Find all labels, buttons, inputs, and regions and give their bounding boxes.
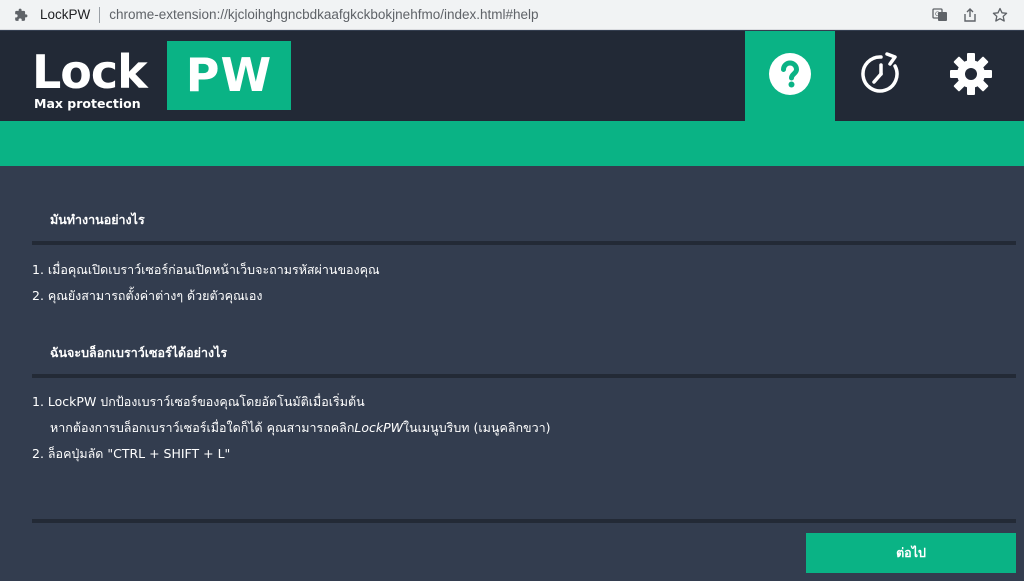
nav-history-button[interactable] bbox=[836, 31, 926, 121]
text-segment: หากต้องการบล็อกเบราว์เซอร์เมื่อใดก็ได้ ค… bbox=[50, 420, 355, 435]
section-title-how-to-block: ฉันจะบล็อกเบราว์เซอร์ได้อย่างไร bbox=[50, 345, 228, 360]
list-item: 2. คุณยังสามารถตั้งค่าต่างๆ ด้วยตัวคุณเอ… bbox=[32, 288, 263, 303]
share-icon[interactable] bbox=[962, 7, 978, 23]
logo-pw-badge: PW bbox=[167, 41, 291, 110]
address-separator bbox=[99, 6, 101, 23]
list-item: 1. LockPW ปกป้องเบราว์เซอร์ของคุณโดยอัตโ… bbox=[32, 394, 365, 409]
app-logo[interactable]: Lock Max protection PW bbox=[32, 41, 294, 111]
section-title-how-it-works: มันทำงานอย่างไร bbox=[50, 212, 145, 227]
lockpw-emphasis: LockPW bbox=[354, 420, 404, 435]
next-button[interactable]: ต่อไป bbox=[806, 533, 1016, 573]
section-divider bbox=[32, 241, 1016, 245]
app-header: Lock Max protection PW bbox=[0, 31, 1024, 121]
question-circle-icon bbox=[768, 52, 812, 100]
svg-text:G: G bbox=[935, 11, 940, 18]
list-item-continuation: หากต้องการบล็อกเบราว์เซอร์เมื่อใดก็ได้ ค… bbox=[50, 418, 551, 438]
footer-divider bbox=[32, 519, 1016, 523]
list-item: 1. เมื่อคุณเปิดเบราว์เซอร์ก่อนเปิดหน้าเว… bbox=[32, 262, 380, 277]
nav-settings-button[interactable] bbox=[926, 31, 1016, 121]
nav-help-button[interactable] bbox=[745, 31, 835, 121]
header-accent-band bbox=[0, 121, 1024, 166]
url-text[interactable]: chrome-extension://kjcloihghgncbdkaafgkc… bbox=[109, 7, 538, 22]
gear-icon bbox=[949, 52, 993, 100]
list-item: 2. ล็อคปุ่มลัด "CTRL + SHIFT + L" bbox=[32, 446, 231, 461]
history-clock-icon bbox=[859, 52, 903, 100]
puzzle-piece-icon[interactable] bbox=[14, 8, 28, 22]
address-bar-actions: G bbox=[932, 7, 1008, 23]
text-segment: ในเมนูบริบท (เมนูคลิกขวา) bbox=[403, 420, 551, 435]
bookmark-star-icon[interactable] bbox=[992, 7, 1008, 23]
browser-address-bar: LockPW chrome-extension://kjcloihghgncbd… bbox=[0, 0, 1024, 30]
section-divider bbox=[32, 374, 1016, 378]
logo-lock-text: Lock bbox=[32, 45, 148, 99]
site-name: LockPW bbox=[40, 7, 91, 22]
logo-subtitle: Max protection bbox=[34, 96, 141, 111]
help-content: มันทำงานอย่างไร 1. เมื่อคุณเปิดเบราว์เซอ… bbox=[0, 166, 1024, 581]
translate-icon[interactable]: G bbox=[932, 7, 948, 23]
